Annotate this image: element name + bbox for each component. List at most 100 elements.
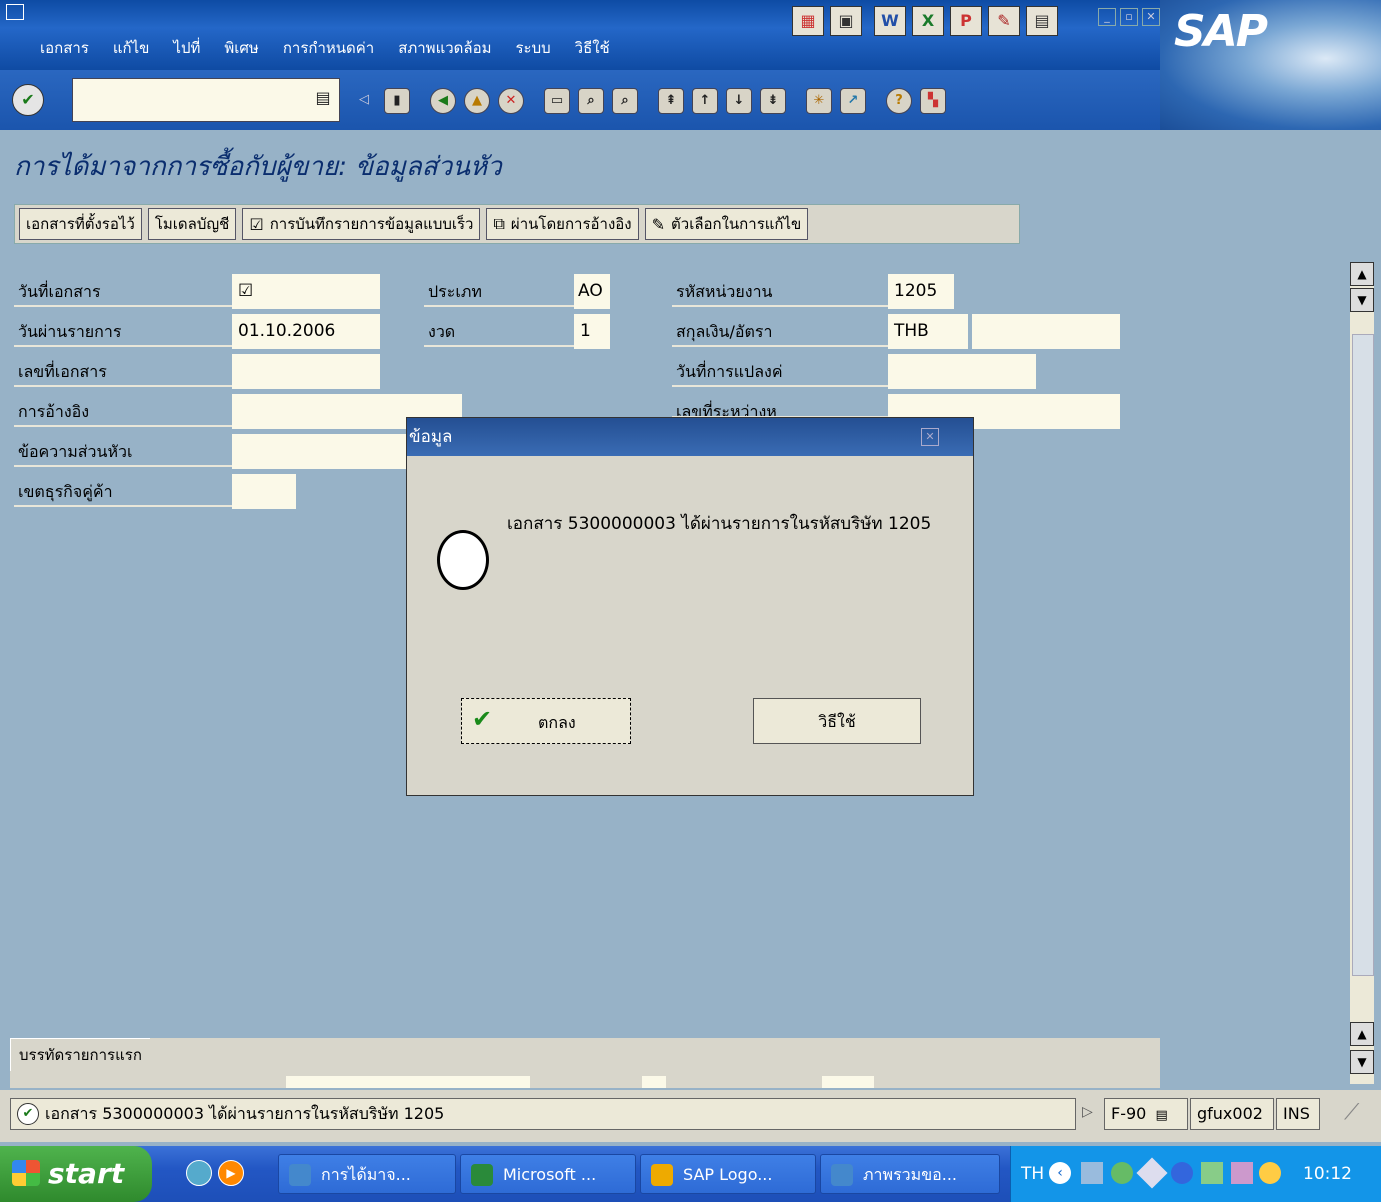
print-icon[interactable]: ▭ (544, 88, 570, 114)
posting-date-field[interactable]: 01.10.2006 (232, 314, 380, 349)
period-field[interactable]: 1 (574, 314, 610, 349)
standard-toolbar: ✔ ▤ ◁ ▮ ◀ ▲ ✕ ▭ ⌕ ⌕ ⇞ ↑ ↓ ⇟ ✳ ↗ ? ▚ (0, 70, 1160, 130)
currency-field[interactable]: THB (888, 314, 968, 349)
transaction-code-field: F-90 ▤ (1104, 1098, 1188, 1130)
status-message-box[interactable]: ✔ เอกสาร 5300000003 ได้ผ่านรายการในรหัสบ… (10, 1098, 1076, 1130)
editing-options-button[interactable]: ✎ ตัวเลือกในการแก้ไข (644, 208, 809, 240)
help-button[interactable]: วิธีใช้ (753, 698, 921, 744)
app-icon-1[interactable]: ▦ (792, 6, 824, 36)
menu-settings[interactable]: การกำหนดค่า (283, 36, 374, 60)
exchange-rate-field[interactable] (972, 314, 1120, 349)
find-icon[interactable]: ⌕ (578, 88, 604, 114)
insert-mode-field[interactable]: INS (1276, 1098, 1320, 1130)
menu-system[interactable]: ระบบ (516, 36, 551, 60)
prev-page-icon[interactable]: ↑ (692, 88, 718, 114)
internet-explorer-icon[interactable] (186, 1160, 212, 1186)
scrollbar-thumb[interactable] (1352, 334, 1374, 976)
account-model-button[interactable]: โมเดลบัญชี (147, 208, 237, 240)
taskbar-item-sap-logon[interactable]: SAP Logo... (640, 1154, 816, 1194)
scroll-up-lower-icon[interactable]: ▲ (1350, 1022, 1374, 1046)
tray-app-icon[interactable] (1231, 1162, 1253, 1184)
tray-app-icon[interactable] (1171, 1162, 1193, 1184)
word-icon[interactable]: W (874, 6, 906, 36)
currency-rate-label: สกุลเงิน/อัตรา (672, 320, 890, 347)
next-page-icon[interactable]: ↓ (726, 88, 752, 114)
header-text-field[interactable] (232, 434, 432, 469)
taskbar-item-overview[interactable]: ภาพรวมขอ... (820, 1154, 1000, 1194)
tab-first-line-item[interactable]: บรรทัดรายการแรก (10, 1038, 150, 1071)
collapse-icon[interactable]: ◁ (352, 88, 376, 112)
app-icon-2[interactable]: ▣ (830, 6, 862, 36)
clock[interactable]: 10:12 (1303, 1164, 1352, 1184)
menu-edit[interactable]: แก้ไข (113, 36, 150, 60)
menu-document[interactable]: เอกสาร (40, 36, 89, 60)
cancel-icon[interactable]: ✕ (498, 88, 524, 114)
scroll-up-icon[interactable]: ▲ (1350, 262, 1374, 286)
line-item-field[interactable] (286, 1076, 530, 1088)
company-code-field[interactable]: 1205 (888, 274, 954, 309)
editing-options-label: ตัวเลือกในการแก้ไข (671, 215, 802, 233)
language-indicator[interactable]: TH (1021, 1164, 1044, 1184)
access-icon[interactable]: ✎ (988, 6, 1020, 36)
help-icon[interactable]: ? (886, 88, 912, 114)
tray-app-icon[interactable] (1136, 1157, 1168, 1189)
document-type-label: ประเภท (424, 280, 576, 307)
tray-app-icon[interactable] (1111, 1162, 1133, 1184)
media-player-icon[interactable]: ▶ (218, 1160, 244, 1186)
network-icon[interactable] (1081, 1162, 1103, 1184)
tray-app-icon[interactable] (1201, 1162, 1223, 1184)
exit-icon[interactable]: ▲ (464, 88, 490, 114)
post-with-reference-button[interactable]: ⧉ ผ่านโดยการอ้างอิง (486, 208, 639, 240)
powerpoint-icon[interactable]: P (950, 6, 982, 36)
dialog-close-icon[interactable]: ✕ (921, 428, 939, 446)
close-icon[interactable]: ✕ (1142, 8, 1160, 26)
save-icon[interactable]: ▮ (384, 88, 410, 114)
layout-icon[interactable]: ▤ (1026, 6, 1058, 36)
system-info-icon[interactable]: ▤ (1155, 1108, 1167, 1123)
excel-icon[interactable]: X (912, 6, 944, 36)
menu-extras[interactable]: พิเศษ (224, 36, 258, 60)
start-button[interactable]: start (0, 1146, 152, 1202)
taskbar-item-label: ภาพรวมขอ... (863, 1165, 958, 1184)
menu-goto[interactable]: ไปที่ (173, 36, 200, 60)
ok-button[interactable]: ✔ ตกลง (461, 698, 631, 744)
period-label: งวด (424, 320, 576, 347)
back-icon[interactable]: ◀ (430, 88, 456, 114)
scroll-down-lower-icon[interactable]: ▼ (1350, 1050, 1374, 1074)
shortcut-icon[interactable]: ↗ (840, 88, 866, 114)
status-expand-icon[interactable]: ▷ (1082, 1104, 1093, 1120)
document-type-field[interactable]: AO (574, 274, 610, 309)
taskbar-item-sap-session[interactable]: การได้มาจ... (278, 1154, 456, 1194)
layout-menu-icon[interactable]: ▚ (920, 88, 946, 114)
first-page-icon[interactable]: ⇞ (658, 88, 684, 114)
minimize-icon[interactable]: _ (1098, 8, 1116, 26)
fast-entry-button[interactable]: ☑ การบันทึกรายการข้อมูลแบบเร็ว (242, 208, 481, 240)
menu-environment[interactable]: สภาพแวดล้อม (398, 36, 491, 60)
last-page-icon[interactable]: ⇟ (760, 88, 786, 114)
server-field: gfux002 (1190, 1098, 1274, 1130)
menu-items: เอกสาร แก้ไข ไปที่ พิเศษ การกำหนดค่า สภา… (40, 36, 610, 60)
document-date-field[interactable]: ☑ (232, 274, 380, 309)
enter-check-icon[interactable]: ✔ (12, 84, 44, 116)
find-next-icon[interactable]: ⌕ (612, 88, 638, 114)
tray-app-icon[interactable] (1259, 1162, 1281, 1184)
check-icon: ✔ (472, 705, 493, 733)
resize-grip-icon[interactable]: ⟋ (1344, 1100, 1359, 1125)
translation-date-field[interactable] (888, 354, 1036, 389)
system-menu-icon[interactable] (6, 4, 24, 20)
taskbar-item-excel[interactable]: Microsoft ... (460, 1154, 636, 1194)
excel-icon (471, 1164, 493, 1186)
command-history-icon[interactable]: ▤ (310, 80, 336, 116)
new-session-icon[interactable]: ✳ (806, 88, 832, 114)
line-item-field-2[interactable] (642, 1076, 666, 1088)
line-item-field-3[interactable] (822, 1076, 874, 1088)
parked-documents-button[interactable]: เอกสารที่ตั้งรอไว้ (19, 208, 142, 240)
scroll-down-icon[interactable]: ▼ (1350, 288, 1374, 312)
tray-expand-icon[interactable]: ‹ (1049, 1162, 1071, 1184)
document-number-field[interactable] (232, 354, 380, 389)
trading-partner-field[interactable] (232, 474, 296, 509)
vertical-scrollbar[interactable]: ▲ ▼ ▲ ▼ (1350, 262, 1374, 1084)
maximize-icon[interactable]: ▫ (1120, 8, 1138, 26)
menu-help[interactable]: วิธีใช้ (575, 36, 610, 60)
command-field[interactable] (72, 78, 340, 122)
